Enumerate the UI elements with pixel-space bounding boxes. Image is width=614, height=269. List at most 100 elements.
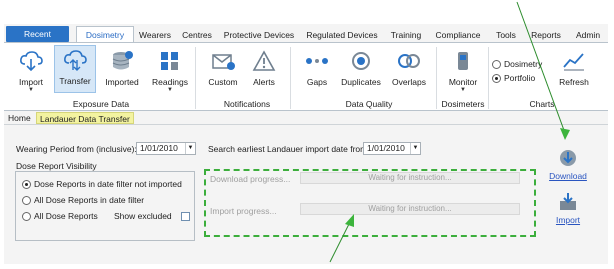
breadcrumb-home[interactable]: Home [8, 112, 31, 124]
download-button-label: Download [549, 171, 587, 181]
group-label-data-quality: Data Quality [345, 99, 393, 109]
readings-icon [161, 52, 178, 70]
visibility-option-all[interactable]: All Dose Reports [22, 211, 98, 221]
import-button-label: Import [18, 77, 44, 87]
chart-option-portfolio[interactable]: Portfolio [492, 73, 535, 83]
group-label-exposure-data: Exposure Data [72, 99, 130, 109]
ribbon-divider [488, 47, 489, 109]
imported-button[interactable]: Imported [101, 47, 143, 87]
visibility-option-not-imported[interactable]: Dose Reports in date filter not imported [22, 179, 182, 189]
group-label-notifications: Notifications [223, 99, 271, 109]
visibility-title: Dose Report Visibility [16, 161, 97, 171]
tab-recent[interactable]: Recent [6, 26, 69, 42]
radio-not-imported[interactable] [22, 179, 31, 189]
tab-wearers[interactable]: Wearers [135, 27, 175, 43]
readings-button[interactable]: Readings ▼ [151, 47, 189, 93]
radio-dosimetry[interactable] [492, 59, 501, 69]
visibility-option-in-filter[interactable]: All Dose Reports in date filter [22, 195, 144, 205]
overlaps-button[interactable]: Overlaps [390, 47, 428, 87]
custom-button-label: Custom [208, 77, 238, 87]
chart-option-portfolio-label: Portfolio [504, 73, 536, 83]
database-icon [112, 51, 133, 70]
wearing-period-select[interactable]: 1/01/2010 ▼ [136, 142, 196, 155]
chevron-down-icon: ▼ [28, 87, 34, 93]
chart-option-dosimetry[interactable]: Dosimetry [492, 59, 542, 69]
tab-bar: Recent Dosimetry Wearers Centres Protect… [4, 24, 608, 43]
download-icon [560, 150, 576, 166]
import-icon [560, 193, 576, 210]
radio-in-filter[interactable] [22, 195, 31, 205]
overlaps-icon [398, 54, 420, 68]
ribbon-divider [195, 47, 196, 109]
custom-button[interactable]: Custom [206, 47, 240, 87]
download-progress-status: Waiting for instruction... [368, 173, 452, 182]
import-button[interactable]: Import ▼ [14, 47, 48, 93]
chart-option-dosimetry-label: Dosimetry [504, 59, 543, 69]
gaps-button-label: Gaps [306, 77, 328, 87]
duplicates-button-label: Duplicates [341, 77, 381, 87]
warning-icon [252, 50, 276, 71]
alerts-button[interactable]: Alerts [248, 47, 280, 87]
visibility-option-label: All Dose Reports [34, 211, 98, 221]
wearing-period-value: 1/01/2010 [140, 143, 178, 153]
chevron-down-icon[interactable]: ▼ [410, 143, 420, 154]
chevron-down-icon: ▼ [167, 87, 173, 93]
tab-admin[interactable]: Admin [572, 27, 604, 43]
overlaps-button-label: Overlaps [391, 77, 426, 87]
show-excluded-label: Show excluded [114, 211, 172, 221]
gaps-button[interactable]: Gaps [302, 47, 332, 87]
monitor-button[interactable]: Monitor ▼ [444, 47, 482, 93]
mail-icon [212, 54, 235, 70]
tab-centres[interactable]: Centres [177, 27, 217, 43]
tab-regulated-devices[interactable]: Regulated Devices [304, 27, 380, 43]
import-progress-bar: Waiting for instruction... [300, 203, 520, 215]
download-progress-label: Download progress... [210, 174, 291, 184]
transfer-button-label: Transfer [59, 76, 91, 86]
chart-refresh-icon [563, 53, 584, 71]
tab-dosimetry[interactable]: Dosimetry [76, 26, 134, 43]
chevron-down-icon: ▼ [460, 87, 466, 93]
monitor-button-label: Monitor [448, 77, 478, 87]
visibility-option-label: Dose Reports in date filter not imported [34, 179, 182, 189]
ribbon: Import ▼ Transfer Imported Readings ▼ Ex… [4, 42, 608, 111]
ribbon-divider [290, 47, 291, 109]
gaps-icon [306, 58, 328, 64]
wearing-period-label: Wearing Period from (inclusive): [16, 144, 137, 154]
import-progress-status: Waiting for instruction... [368, 204, 452, 213]
breadcrumb-current[interactable]: Landauer Data Transfer [36, 112, 134, 124]
radio-all[interactable] [22, 211, 31, 221]
import-action-button[interactable]: Import [550, 191, 586, 225]
radio-portfolio[interactable] [492, 73, 501, 83]
refresh-button-label: Refresh [559, 77, 589, 87]
cloud-transfer-icon [64, 50, 87, 71]
group-label-charts: Charts [529, 99, 555, 109]
transfer-panel: Wearing Period from (inclusive): 1/01/20… [4, 125, 608, 264]
tab-reports[interactable]: Reports [528, 27, 564, 43]
tab-tools[interactable]: Tools [492, 27, 520, 43]
download-progress-bar: Waiting for instruction... [300, 172, 520, 184]
transfer-button[interactable]: Transfer [54, 45, 96, 93]
tab-compliance[interactable]: Compliance [434, 27, 482, 43]
search-date-select[interactable]: 1/01/2010 ▼ [363, 142, 421, 155]
show-excluded-toggle[interactable]: Show excluded [114, 211, 190, 221]
group-label-dosimeters: Dosimeters [441, 99, 485, 109]
tab-training[interactable]: Training [386, 27, 426, 43]
cloud-download-icon [20, 51, 43, 72]
import-progress-label: Import progress... [210, 206, 277, 216]
visibility-group: Dose Reports in date filter not imported… [15, 171, 195, 241]
download-button[interactable]: Download [549, 147, 587, 181]
tab-protective-devices[interactable]: Protective Devices [220, 27, 298, 43]
refresh-button[interactable]: Refresh [556, 47, 592, 87]
alerts-button-label: Alerts [253, 77, 275, 87]
show-excluded-checkbox[interactable] [180, 211, 190, 221]
duplicates-button[interactable]: Duplicates [340, 47, 382, 87]
import-action-label: Import [555, 215, 581, 225]
dosimeter-icon [458, 52, 468, 70]
search-date-value: 1/01/2010 [367, 143, 405, 153]
chevron-down-icon[interactable]: ▼ [185, 143, 195, 154]
breadcrumb: Home Landauer Data Transfer [4, 111, 608, 125]
duplicates-icon [352, 52, 370, 70]
imported-button-label: Imported [105, 77, 139, 87]
readings-button-label: Readings [152, 77, 188, 87]
visibility-option-label: All Dose Reports in date filter [34, 195, 145, 205]
